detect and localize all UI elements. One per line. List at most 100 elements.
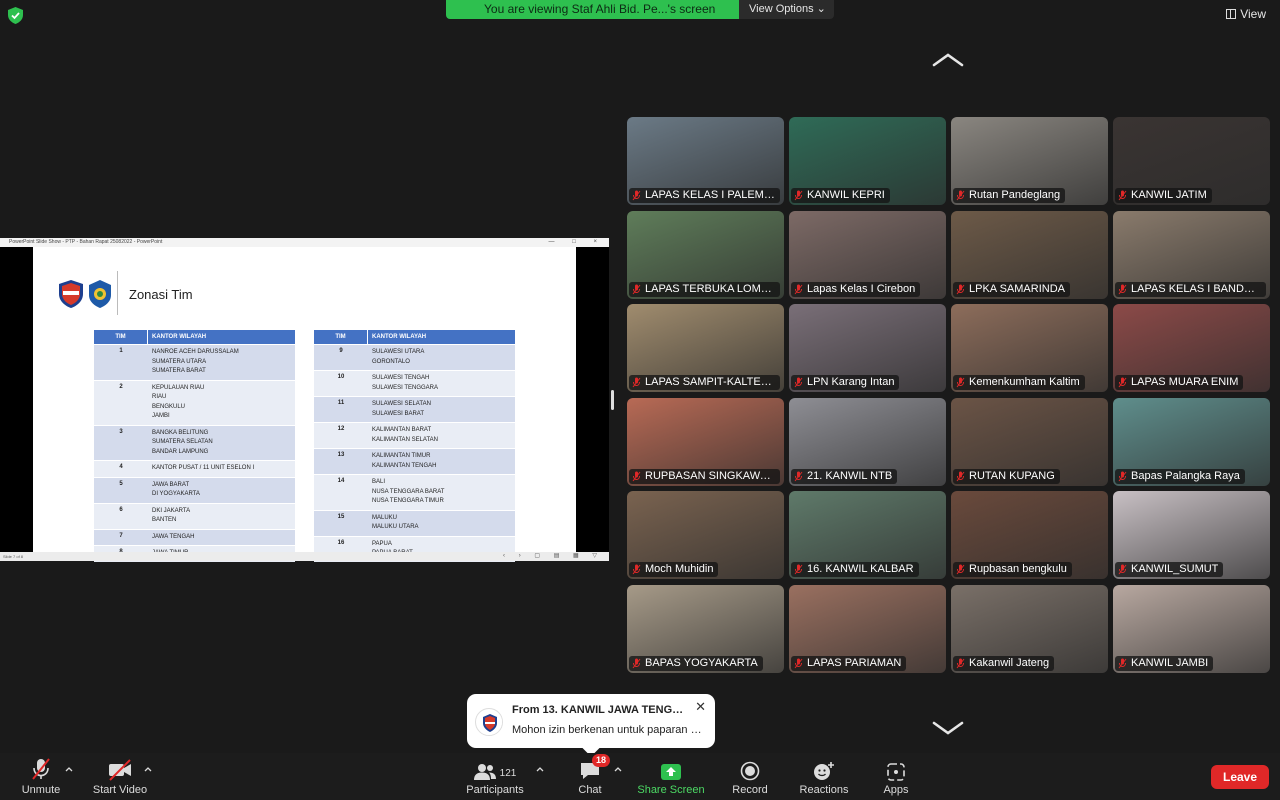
participant-video-tile[interactable]: BAPAS YOGYAKARTA (627, 584, 784, 673)
participant-name-tag: KANWIL KEPRI (791, 188, 890, 203)
share-screen-icon (661, 764, 681, 780)
participant-name-tag: LPN Karang Intan (791, 375, 900, 390)
participant-video-tile[interactable]: 16. KANWIL KALBAR (789, 491, 946, 579)
participant-video-tile[interactable]: LAPAS TERBUKA LOMBOK (627, 210, 784, 299)
apps-button[interactable]: Apps (878, 753, 914, 800)
reactions-button[interactable]: Reactions (796, 753, 852, 800)
view-options-button[interactable]: View Options ⌄ (739, 0, 834, 19)
kantor-wilayah: JAWA BARAT DI YOGYAKARTA (152, 481, 200, 498)
gallery-scroll-down-icon[interactable] (932, 720, 964, 736)
participant-video-tile[interactable]: LAPAS SAMPIT-KALTENG (627, 304, 784, 392)
participant-name-tag: LAPAS PARIAMAN (791, 655, 907, 671)
participant-video-tile[interactable]: Bapas Palangka Raya (1113, 397, 1270, 486)
participant-name: KANWIL_SUMUT (1131, 563, 1219, 575)
table-row: 10 SULAWESI TENGAH SULAWESI TENGGARA (314, 370, 515, 396)
participant-video-tile[interactable]: 21. KANWIL NTB (789, 397, 946, 486)
chevron-down-icon: ⌄ (816, 3, 826, 15)
participant-video-tile[interactable]: KANWIL JATIM (1113, 117, 1270, 205)
close-icon[interactable]: ✕ (695, 699, 706, 715)
start-video-label: Start Video (92, 784, 148, 796)
participant-name: LPN Karang Intan (807, 376, 895, 388)
participant-name: RUPBASAN SINGKAWANG (645, 469, 775, 482)
participant-name: Kakanwil Jateng (969, 656, 1050, 669)
pemasyarakatan-logo-icon (89, 280, 111, 308)
participant-video-tile[interactable]: KANWIL_SUMUT (1113, 491, 1270, 579)
participant-name: LAPAS SAMPIT-KALTENG (645, 376, 775, 388)
participants-label: Participants (466, 784, 524, 796)
participant-name-tag: Rutan Pandeglang (953, 188, 1066, 203)
participant-video-tile[interactable]: LAPAS KELAS I PALEMBANG (627, 117, 784, 205)
unmute-button[interactable]: Unmute (20, 753, 62, 800)
tim-number: 11 (337, 400, 345, 406)
tim-number: 15 (337, 513, 345, 520)
participant-video-tile[interactable]: LAPAS MUARA ENIM (1113, 304, 1270, 392)
table-row: 15 MALUKU MALUKU UTARA (314, 509, 515, 536)
start-video-button[interactable]: Start Video (90, 753, 150, 800)
muted-microphone-icon (1118, 377, 1127, 388)
meeting-toolbar: Unmute Start Video 121 Participants Chat… (0, 753, 1280, 800)
reactions-label: Reactions (799, 784, 849, 796)
participant-name: KANWIL JATIM (1131, 189, 1207, 201)
participant-video-tile[interactable]: KANWIL JAMBI (1113, 584, 1270, 673)
tim-number: 10 (337, 374, 345, 380)
participant-name-tag: LPKA SAMARINDA (953, 281, 1070, 297)
participant-name-tag: RUTAN KUPANG (953, 468, 1060, 484)
participant-name: LAPAS PARIAMAN (807, 656, 902, 669)
table-row: 13 KALIMANTAN TIMUR KALIMANTAN TENGAH (314, 448, 515, 474)
split-resize-handle[interactable] (611, 390, 614, 410)
view-label: View (1240, 7, 1266, 21)
muted-microphone-icon (956, 471, 965, 481)
muted-microphone-icon (794, 658, 803, 668)
table-row: 4 KANTOR PUSAT / 11 UNIT ESELON I (94, 460, 295, 477)
participants-caret-icon[interactable] (536, 766, 544, 772)
participants-button[interactable]: 121 Participants (464, 753, 526, 800)
table-row: 5 JAWA BARAT DI YOGYAKARTA (94, 476, 295, 503)
share-screen-button[interactable]: Share Screen (634, 753, 708, 800)
slideshow-status-bar: Slide 7 of 8 ‹ › ▢ ▤ ▦ ▽ (0, 552, 609, 561)
video-options-caret-icon[interactable] (144, 766, 152, 772)
header-kantor-wilayah: KANTOR WILAYAH (372, 334, 427, 340)
kantor-wilayah: BALI NUSA TENGGARA BARAT NUSA TENGGARA T… (372, 479, 445, 504)
slideshow-controls-icon: ‹ › ▢ ▤ ▦ ▽ (503, 553, 603, 559)
participant-name-tag: 21. KANWIL NTB (791, 468, 898, 484)
participant-video-tile[interactable]: KANWIL KEPRI (789, 117, 946, 205)
participant-video-tile[interactable]: Rutan Pandeglang (951, 117, 1108, 205)
leave-button[interactable]: Leave (1211, 765, 1269, 789)
participant-video-tile[interactable]: LAPAS KELAS I BANDAR LAMPUNG (1113, 210, 1270, 299)
tim-number: 2 (119, 383, 123, 390)
muted-microphone-icon (956, 658, 965, 668)
participant-video-tile[interactable]: RUPBASAN SINGKAWANG (627, 397, 784, 486)
participant-name: LAPAS TERBUKA LOMBOK (645, 282, 775, 295)
table-row: 11 SULAWESI SELATAN SULAWESI BARAT (314, 396, 515, 422)
participant-video-tile[interactable]: Rupbasan bengkulu (951, 491, 1108, 579)
participant-video-tile[interactable]: LPKA SAMARINDA (951, 210, 1108, 299)
kantor-wilayah: SULAWESI UTARA GORONTALO (372, 349, 425, 365)
participant-name: Lapas Kelas I Cirebon (807, 282, 916, 295)
table-row: 3 BANGKA BELITUNG SUMATERA SELATAN BANDAR… (94, 424, 295, 460)
zonasi-table-left: TIM KANTOR WILAYAH 1 NANROE ACEH DARUSSAL… (94, 330, 295, 562)
chat-caret-icon[interactable] (614, 766, 622, 772)
screen-share-banner: You are viewing Staf Ahli Bid. Pe...'s s… (446, 0, 834, 19)
participant-video-tile[interactable]: RUTAN KUPANG (951, 397, 1108, 486)
participant-video-tile[interactable]: Moch Muhidin (627, 491, 784, 579)
chat-notification[interactable]: From 13. KANWIL JAWA TENGAH to Everyone … (467, 694, 715, 757)
header-tim: TIM (94, 330, 148, 344)
view-button[interactable]: View (1226, 7, 1266, 21)
table-row: 2 KEPULAUAN RIAU RIAU BENGKULU JAMBI (94, 379, 295, 425)
participant-video-tile[interactable]: LPN Karang Intan (789, 304, 946, 392)
participant-video-tile[interactable]: Kemenkumham Kaltim (951, 304, 1108, 392)
audio-options-caret-icon[interactable] (65, 766, 73, 772)
participant-video-tile[interactable]: Kakanwil Jateng (951, 584, 1108, 673)
muted-microphone-icon (1118, 471, 1127, 481)
record-button[interactable]: Record (728, 753, 772, 800)
tim-number: 13 (337, 452, 345, 458)
muted-microphone-icon (794, 471, 803, 481)
muted-microphone-icon (956, 377, 965, 388)
participant-video-tile[interactable]: Lapas Kelas I Cirebon (789, 210, 946, 299)
muted-microphone-icon (1118, 190, 1127, 201)
participant-video-tile[interactable]: LAPAS PARIAMAN (789, 584, 946, 673)
gallery-scroll-up-icon[interactable] (932, 52, 964, 68)
window-controls-icon: — □ × (548, 239, 605, 245)
security-shield-icon[interactable] (8, 7, 23, 24)
kantor-wilayah: KALIMANTAN BARAT KALIMANTAN SELATAN (372, 427, 439, 443)
